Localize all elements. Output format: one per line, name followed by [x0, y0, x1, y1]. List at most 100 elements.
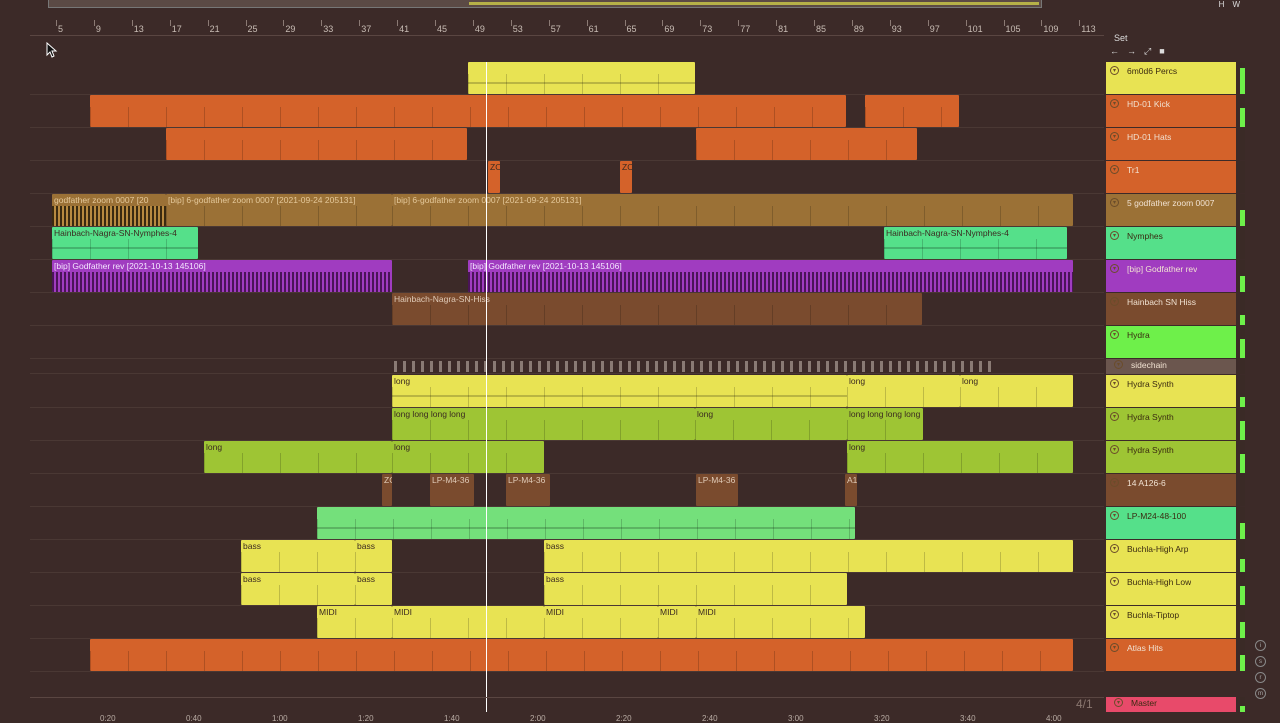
clip-a1[interactable]: A1 [845, 474, 857, 506]
clip-tip-4[interactable]: MIDI [658, 606, 696, 638]
clip-tip-5[interactable]: MIDI [696, 606, 865, 638]
clip-bip-2[interactable]: [bip] Godfather rev [2021-10-13 145106] [468, 260, 1073, 292]
track-header[interactable]: ▾ Hydra Synth [1106, 375, 1236, 407]
track-header[interactable]: ▾ 14 A126-6 [1106, 474, 1236, 506]
track-header[interactable]: ▾ sidechain [1106, 359, 1236, 374]
sidechain-automation[interactable] [394, 361, 994, 372]
track-header[interactable]: ▾ 5 godfather zoom 0007 [1106, 194, 1236, 226]
fold-chevron-icon[interactable]: ▾ [1114, 698, 1123, 707]
fold-chevron-icon[interactable]: ▾ [1110, 379, 1119, 388]
clip-tip-2[interactable]: MIDI [392, 606, 544, 638]
clip-bip-1[interactable]: [bip] Godfather rev [2021-10-13 145106] [52, 260, 392, 292]
clip-hs1-3[interactable]: long [960, 375, 1073, 407]
clip-godfather-3[interactable]: [bip] 6-godfather zoom 0007 [2021-09-24 … [392, 194, 1073, 226]
fold-chevron-icon[interactable]: ▾ [1110, 330, 1119, 339]
fold-chevron-icon[interactable]: ▾ [1110, 577, 1119, 586]
track-header[interactable]: ▾ Hydra Synth [1106, 408, 1236, 440]
clip-hiss-1[interactable]: Hainbach-Nagra-SN-Hiss [392, 293, 922, 325]
returns-toggle-icon[interactable]: r [1255, 672, 1266, 683]
clip-hs1-1[interactable]: long [392, 375, 847, 407]
clip-a126-zo[interactable]: ZO [382, 474, 392, 506]
clip-hats-2[interactable] [696, 128, 917, 160]
fold-chevron-icon[interactable]: ▾ [1114, 360, 1123, 369]
fold-chevron-icon[interactable]: ▾ [1110, 99, 1119, 108]
lane-a126[interactable]: ZO LP-M4-36 LP-M4-36 LP-M4-36 A1 [30, 474, 1104, 507]
clip-low-2[interactable]: bass [355, 573, 392, 605]
w-button[interactable]: W [1232, 0, 1240, 9]
fold-chevron-icon[interactable]: ▾ [1110, 297, 1119, 306]
clip-godfather-2[interactable]: [bip] 6-godfather zoom 0007 [2021-09-24 … [166, 194, 392, 226]
lane-bip[interactable]: [bip] Godfather rev [2021-10-13 145106] … [30, 260, 1104, 293]
track-header[interactable]: ▾ Hainbach SN Hiss [1106, 293, 1236, 325]
lock-icon[interactable]: ■ [1159, 46, 1164, 57]
expand-icon[interactable]: ⤢ [1144, 46, 1151, 57]
clip-kick-2[interactable] [865, 95, 959, 127]
lane-hats[interactable] [30, 128, 1104, 161]
track-header[interactable]: ▾ Hydra Synth [1106, 441, 1236, 473]
fold-chevron-icon[interactable]: ▾ [1110, 445, 1119, 454]
track-header[interactable]: ▾ HD-01 Kick [1106, 95, 1236, 127]
fold-chevron-icon[interactable]: ▾ [1110, 165, 1119, 174]
clip-lp-m4-1[interactable]: LP-M4-36 [430, 474, 474, 506]
clip-hs3-3[interactable]: long [847, 441, 1073, 473]
lane-kick[interactable] [30, 95, 1104, 128]
lane-buchla-low[interactable]: bass bass bass [30, 573, 1104, 606]
lane-atlas[interactable] [30, 639, 1104, 672]
clip-low-3[interactable]: bass [544, 573, 847, 605]
lane-buchla-tiptop[interactable]: MIDI MIDI MIDI MIDI MIDI [30, 606, 1104, 639]
fold-chevron-icon[interactable]: ▾ [1110, 412, 1119, 421]
fold-chevron-icon[interactable]: ▾ [1110, 511, 1119, 520]
clip-lp-m4-3[interactable]: LP-M4-36 [696, 474, 738, 506]
lane-percs[interactable] [30, 62, 1104, 95]
clip-tip-1[interactable]: MIDI [317, 606, 392, 638]
clip-hs3-2[interactable]: long [392, 441, 544, 473]
track-header[interactable]: ▾ Atlas Hits [1106, 639, 1236, 671]
lane-godfather[interactable]: godfather zoom 0007 [20 [bip] 6-godfathe… [30, 194, 1104, 227]
arrangement-grid[interactable]: ZO ZO godfather zoom 0007 [20 [bip] 6-go… [30, 62, 1104, 692]
clip-lp-m24[interactable] [317, 507, 855, 539]
clip-hs2-1[interactable]: long long long long [392, 408, 695, 440]
left-arrow-icon[interactable]: ← [1110, 46, 1119, 57]
clip-hs2-2[interactable]: long [695, 408, 847, 440]
fold-chevron-icon[interactable]: ▾ [1110, 478, 1119, 487]
lane-sidechain[interactable] [30, 359, 1104, 374]
lane-hydra[interactable] [30, 326, 1104, 359]
beat-time-ruler[interactable]: 5 9 13 17 21 25 29 33 37 41 45 49 53 57 61 65 69 73 77 81 85… [30, 20, 1104, 36]
clip-tip-3[interactable]: MIDI [544, 606, 658, 638]
fold-chevron-icon[interactable]: ▾ [1110, 643, 1119, 652]
time-ruler[interactable]: 0:20 0:40 1:00 1:20 1:40 2:00 2:20 2:40 3:00 3:20… [30, 697, 1104, 723]
track-header[interactable]: ▾ HD-01 Hats [1106, 128, 1236, 160]
clip-kick-1[interactable] [90, 95, 846, 127]
fold-chevron-icon[interactable]: ▾ [1110, 198, 1119, 207]
lane-hydra-synth-1[interactable]: long long long [30, 375, 1104, 408]
clip-lp-m4-2[interactable]: LP-M4-36 [506, 474, 550, 506]
h-button[interactable]: H [1219, 0, 1225, 9]
track-header[interactable]: ▾ [bip] Godfather rev [1106, 260, 1236, 292]
playhead[interactable] [486, 62, 487, 712]
track-header[interactable]: ▾ Buchla-Tiptop [1106, 606, 1236, 638]
track-header[interactable]: ▾ LP-M24-48-100 [1106, 507, 1236, 539]
track-header[interactable]: ▾ Master [1106, 697, 1236, 712]
io-toggle-icon[interactable]: i [1255, 640, 1266, 651]
lane-hiss[interactable]: Hainbach-Nagra-SN-Hiss [30, 293, 1104, 326]
fold-chevron-icon[interactable]: ▾ [1110, 66, 1119, 75]
clip-nymphes-2[interactable]: Hainbach-Nagra-SN-Nymphes-4 [884, 227, 1067, 259]
fold-chevron-icon[interactable]: ▾ [1110, 264, 1119, 273]
clip-arp-2[interactable]: bass [355, 540, 392, 572]
fold-chevron-icon[interactable]: ▾ [1110, 544, 1119, 553]
clip-nymphes-1[interactable]: Hainbach-Nagra-SN-Nymphes-4 [52, 227, 198, 259]
clip-hs2-3[interactable]: long long long long [847, 408, 923, 440]
clip-tr1-1[interactable]: ZO [488, 161, 500, 193]
lane-buchla-arp[interactable]: bass bass bass [30, 540, 1104, 573]
lane-lp-m24[interactable] [30, 507, 1104, 540]
clip-hs3-1[interactable]: long [204, 441, 392, 473]
lane-nymphes[interactable]: Hainbach-Nagra-SN-Nymphes-4 Hainbach-Nag… [30, 227, 1104, 260]
arrangement-overview[interactable] [48, 0, 1042, 8]
overview-visible-region[interactable] [469, 2, 1039, 5]
fold-chevron-icon[interactable]: ▾ [1110, 132, 1119, 141]
clip-hs1-2[interactable]: long [847, 375, 960, 407]
track-header[interactable]: ▾ Tr1 [1106, 161, 1236, 193]
fold-chevron-icon[interactable]: ▾ [1110, 610, 1119, 619]
fold-chevron-icon[interactable]: ▾ [1110, 231, 1119, 240]
right-arrow-icon[interactable]: → [1127, 46, 1136, 57]
